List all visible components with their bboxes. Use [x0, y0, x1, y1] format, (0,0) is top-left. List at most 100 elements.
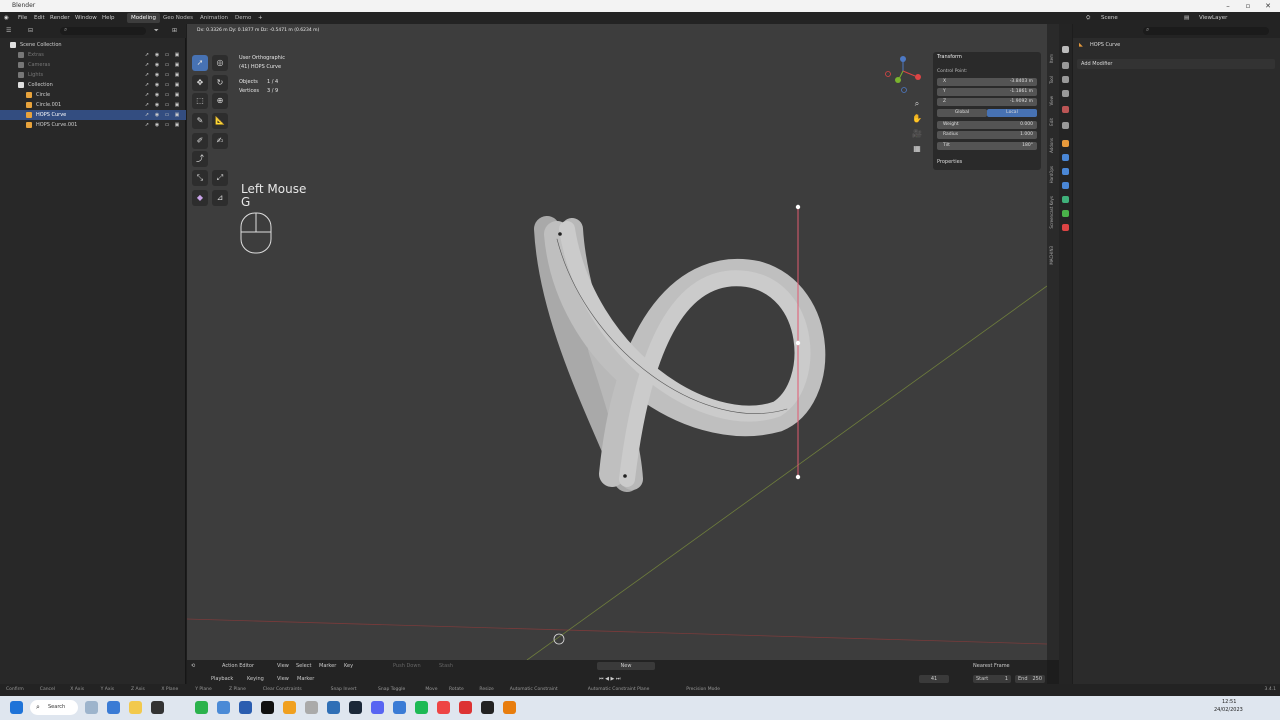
app-icon-7[interactable] [459, 701, 472, 714]
scene-icon[interactable]: ⛭ [1086, 12, 1090, 24]
viewport-monitor-icon[interactable]: ▭ [164, 72, 170, 78]
discord-icon[interactable] [371, 701, 384, 714]
playback-controls-icon[interactable]: ⏮ ◀ ▶ ⏭ [599, 674, 620, 684]
selectable-arrow-icon[interactable]: ➚ [144, 82, 150, 88]
render-camera-icon[interactable]: ▣ [174, 52, 180, 58]
physics-properties-icon[interactable] [1062, 182, 1069, 189]
menu-timeline-marker[interactable]: Marker [297, 674, 314, 684]
constraints-properties-icon[interactable] [1062, 196, 1069, 203]
outliner-search-input[interactable]: ⌕ [60, 26, 146, 35]
tab-modeling[interactable]: Modeling [127, 13, 161, 23]
outliner-row[interactable]: Scene Collection [0, 40, 186, 50]
viewlayer-icon[interactable]: ▤ [1184, 12, 1189, 24]
visibility-eye-icon[interactable]: ◉ [154, 62, 160, 68]
object-properties-icon[interactable] [1062, 140, 1069, 147]
selectable-arrow-icon[interactable]: ➚ [144, 72, 150, 78]
transform-tool-icon[interactable]: ⊕ [212, 93, 228, 109]
whatsapp-icon[interactable] [195, 701, 208, 714]
pen-tool-icon[interactable]: ✍ [212, 133, 228, 149]
app-icon-1[interactable] [151, 701, 164, 714]
blender-logo-icon[interactable]: ◉ [4, 12, 9, 24]
filter-icon[interactable]: ⏷ [154, 27, 159, 35]
minimize-icon[interactable]: – [1218, 0, 1238, 12]
menu-edit[interactable]: Edit [34, 12, 45, 24]
world-properties-icon[interactable] [1062, 122, 1069, 129]
viewlayer-name[interactable]: ViewLayer [1199, 12, 1227, 24]
render-camera-icon[interactable]: ▣ [174, 62, 180, 68]
outliner-row[interactable]: HOPS Curve.001 ➚ ◉ ▭ ▣ [0, 120, 186, 130]
render-camera-icon[interactable]: ▣ [174, 82, 180, 88]
control-point-z-field[interactable]: Z -1.9092 m [937, 98, 1037, 106]
select-box-tool-icon[interactable]: ➚ [192, 55, 208, 71]
start-menu-icon[interactable] [10, 701, 23, 714]
pan-hand-icon[interactable]: ✋ [909, 111, 925, 127]
extrude-tool-icon[interactable]: ⤴ [192, 151, 208, 167]
app-icon-6[interactable] [393, 701, 406, 714]
radius-field[interactable]: Radius 1.000 [937, 131, 1037, 139]
selectable-arrow-icon[interactable]: ➚ [144, 112, 150, 118]
viewport-monitor-icon[interactable]: ▭ [164, 102, 170, 108]
snap-mode[interactable]: Nearest Frame [973, 661, 1010, 671]
selectable-arrow-icon[interactable]: ➚ [144, 52, 150, 58]
radius-tool-icon[interactable]: ⤡ [192, 170, 208, 186]
transform-section-header[interactable]: Transform [937, 54, 962, 60]
app-icon-2[interactable] [217, 701, 230, 714]
blender-taskbar-icon[interactable] [503, 701, 516, 714]
pycharm-icon[interactable] [261, 701, 274, 714]
render-camera-icon[interactable]: ▣ [174, 112, 180, 118]
visibility-eye-icon[interactable]: ◉ [154, 82, 160, 88]
maximize-icon[interactable]: ▫ [1238, 0, 1258, 12]
tab-machin3[interactable]: MACHIN3 [1049, 246, 1057, 265]
render-properties-icon[interactable] [1062, 62, 1069, 69]
selectable-arrow-icon[interactable]: ➚ [144, 102, 150, 108]
tab-item[interactable]: Item [1049, 54, 1057, 63]
viewport-monitor-icon[interactable]: ▭ [164, 52, 170, 58]
outliner-row[interactable]: Circle ➚ ◉ ▭ ▣ [0, 90, 186, 100]
tab-addons[interactable]: Addons [1049, 138, 1057, 153]
steam-icon[interactable] [349, 701, 362, 714]
new-collection-icon[interactable]: ⊞ [172, 27, 177, 34]
spotify-icon[interactable] [415, 701, 428, 714]
push-down-button[interactable]: Push Down [393, 661, 421, 671]
widgets-icon[interactable] [107, 701, 120, 714]
new-action-button[interactable]: New [597, 662, 655, 670]
visibility-eye-icon[interactable]: ◉ [154, 112, 160, 118]
display-mode-icon[interactable]: ⊟ [28, 27, 33, 34]
menu-view[interactable]: View [277, 661, 289, 671]
control-point-y-field[interactable]: Y -1.1861 m [937, 88, 1037, 96]
control-point-x-field[interactable]: X -3.8403 m [937, 78, 1037, 86]
tab-hardops[interactable]: HardOps [1049, 166, 1057, 183]
visibility-eye-icon[interactable]: ◉ [154, 72, 160, 78]
visibility-eye-icon[interactable]: ◉ [154, 122, 160, 128]
scale-tool-icon[interactable]: ⬚ [192, 93, 208, 109]
tilt-tool-icon[interactable]: ⤢ [212, 170, 228, 186]
selectable-arrow-icon[interactable]: ➚ [144, 62, 150, 68]
modifier-properties-icon[interactable] [1062, 154, 1069, 161]
outliner-row[interactable]: Collection ➚ ◉ ▭ ▣ [0, 80, 186, 90]
selectable-arrow-icon[interactable]: ➚ [144, 92, 150, 98]
start-frame-field[interactable]: Start 1 [973, 675, 1011, 683]
photoshop-icon[interactable] [239, 701, 252, 714]
properties-search-input[interactable]: ⌕ [1143, 26, 1269, 35]
app-icon-5[interactable] [327, 701, 340, 714]
tool-properties-icon[interactable] [1062, 46, 1069, 53]
render-camera-icon[interactable]: ▣ [174, 72, 180, 78]
tab-demo[interactable]: Demo [231, 13, 255, 23]
randomize-tool-icon[interactable]: ◆ [192, 190, 208, 206]
viewport-monitor-icon[interactable]: ▭ [164, 82, 170, 88]
global-toggle[interactable]: Global [937, 109, 987, 117]
3d-viewport[interactable]: Dx: 0.3326 m Dy: 0.1877 m Dz: -0.5471 m … [187, 24, 1047, 660]
app-icon-3[interactable] [283, 701, 296, 714]
taskbar-search-input[interactable]: ⌕ Search [30, 700, 78, 715]
close-icon[interactable]: ✕ [1258, 0, 1278, 12]
add-workspace-button[interactable]: + [258, 12, 263, 24]
viewport-monitor-icon[interactable]: ▭ [164, 62, 170, 68]
tab-edit[interactable]: Edit [1049, 118, 1057, 126]
viewport-monitor-icon[interactable]: ▭ [164, 92, 170, 98]
render-camera-icon[interactable]: ▣ [174, 92, 180, 98]
editor-type-icon[interactable]: ☰ [6, 27, 11, 34]
output-properties-icon[interactable] [1062, 76, 1069, 83]
tab-geo-nodes[interactable]: Geo Nodes [159, 13, 197, 23]
tilt-field[interactable]: Tilt 180° [937, 142, 1037, 150]
outliner-row[interactable]: Circle.001 ➚ ◉ ▭ ▣ [0, 100, 186, 110]
